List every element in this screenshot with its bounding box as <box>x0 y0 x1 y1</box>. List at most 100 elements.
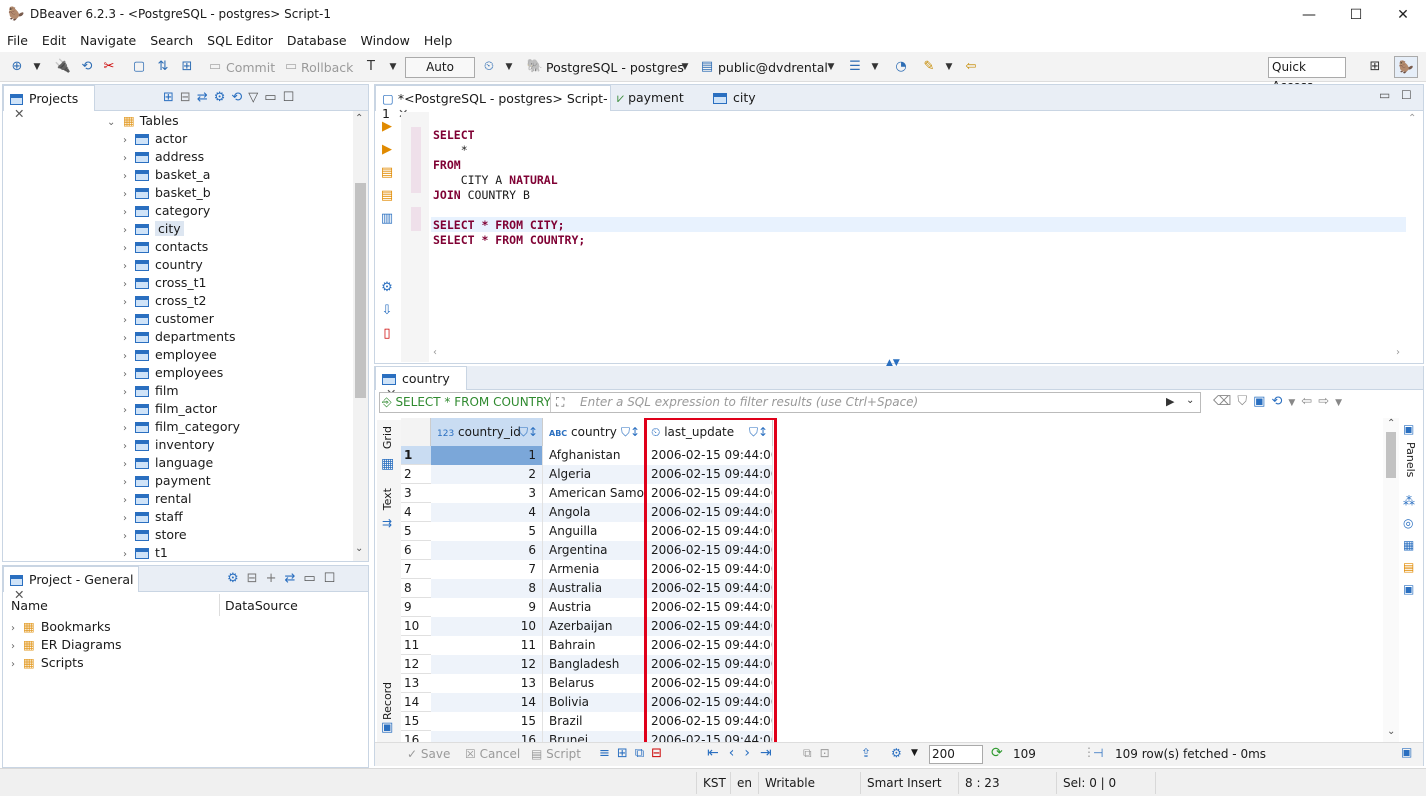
load-script-icon[interactable]: ▯ <box>377 322 397 345</box>
scroll-up-icon[interactable]: ⌃ <box>1387 418 1395 429</box>
transaction-mode-icon[interactable]: T <box>362 58 380 76</box>
export-icon[interactable]: ⇩ <box>377 299 397 322</box>
editor-hscroll[interactable]: ‹ › <box>431 347 1406 361</box>
tree-item-table[interactable]: › cross_t1 <box>123 274 207 292</box>
chevron-right-icon[interactable]: › <box>123 546 135 561</box>
row-number[interactable]: 14 <box>401 693 431 712</box>
grouping-icon[interactable]: ▦ <box>1403 538 1414 552</box>
tab-projects[interactable]: Projects ✕ <box>3 85 95 121</box>
cell-country-id[interactable]: 6 <box>431 541 543 560</box>
tree-item-table[interactable]: › cross_t2 <box>123 292 207 310</box>
sql-editor-icon[interactable]: ▢ <box>130 58 148 76</box>
tree-item-table[interactable]: › staff <box>123 508 183 526</box>
cell-country[interactable]: Bahrain <box>543 636 645 655</box>
row-number[interactable]: 15 <box>401 712 431 731</box>
cell-country-id[interactable]: 12 <box>431 655 543 674</box>
maximize-button[interactable]: ☐ <box>1333 0 1379 30</box>
expand-icon[interactable]: + <box>266 571 285 586</box>
maximize-panel-icon[interactable]: ☐ <box>1401 88 1412 102</box>
dropdown-icon[interactable]: ▼ <box>940 58 958 76</box>
tree-item-table[interactable]: › employees <box>123 364 223 382</box>
column-header-datasource[interactable]: DataSource <box>225 598 298 613</box>
filter-bar[interactable]: ⎆ SELECT * FROM COUNTRY ⛶ Enter a SQL ex… <box>379 392 1201 413</box>
tree-item-table[interactable]: › contacts <box>123 238 208 256</box>
dropdown-icon[interactable]: ▼ <box>822 58 840 76</box>
menu-database[interactable]: Database <box>280 30 354 51</box>
gear-icon[interactable]: ⚙ <box>377 276 397 299</box>
row-number[interactable]: 8 <box>401 579 431 598</box>
cell-country-id[interactable]: 13 <box>431 674 543 693</box>
tree-item-table[interactable]: › departments <box>123 328 235 346</box>
menu-window[interactable]: Window <box>354 30 417 51</box>
tab-grid-view[interactable]: Grid <box>381 426 394 449</box>
next-icon[interactable]: › <box>744 745 760 761</box>
history-icon[interactable]: ⏲ <box>480 58 498 76</box>
tab-city[interactable]: city <box>713 90 756 105</box>
row-number[interactable]: 1 <box>401 446 431 465</box>
panels-toggle-icon[interactable]: ▣ <box>1401 745 1412 759</box>
maximize-panel-icon[interactable]: ☐ <box>283 90 301 105</box>
dropdown-icon[interactable]: ▼ <box>866 58 884 76</box>
open-perspective-icon[interactable]: ⊞ <box>1366 58 1384 76</box>
menu-navigate[interactable]: Navigate <box>73 30 143 51</box>
editor-vscroll[interactable]: ⌃ <box>1405 113 1421 349</box>
text-icon[interactable]: ⇉ <box>382 516 392 530</box>
cell-country-id[interactable]: 2 <box>431 465 543 484</box>
transaction-icon[interactable]: ⇅ <box>154 58 172 76</box>
dropdown-icon[interactable]: ▼ <box>384 58 402 76</box>
previous-icon[interactable]: ‹ <box>729 745 745 761</box>
scroll-left-icon[interactable]: ‹ <box>433 347 437 358</box>
cell-country[interactable]: Armenia <box>543 560 645 579</box>
tree-item-table[interactable]: › film_category <box>123 418 240 436</box>
gear-icon[interactable]: ⚙ <box>891 746 902 760</box>
tree-item-table[interactable]: › inventory <box>123 436 215 454</box>
menu-sql-editor[interactable]: SQL Editor <box>200 30 280 51</box>
new-folder-icon[interactable]: ⊞ <box>163 90 180 105</box>
new-script-icon[interactable]: ⊞ <box>178 58 196 76</box>
tree-item-table[interactable]: › t1 <box>123 544 168 561</box>
fetch-all-icon[interactable]: ⊡ <box>820 746 838 760</box>
apply-filter-icon[interactable]: ▶ <box>1166 395 1174 408</box>
cell-country[interactable]: Brunei <box>543 731 645 742</box>
first-page-icon[interactable]: ⇤ <box>707 745 729 761</box>
sort-filter-icon[interactable]: ⛉↕ <box>621 418 640 446</box>
maximize-panel-icon[interactable]: ☐ <box>324 571 344 586</box>
tree-item-table[interactable]: › store <box>123 526 187 544</box>
row-number[interactable]: 7 <box>401 560 431 579</box>
tab-project-general[interactable]: Project - General ✕ <box>3 566 139 602</box>
chevron-down-icon[interactable]: ⌄ <box>107 114 119 132</box>
cell-country[interactable]: American Samoa <box>543 484 645 503</box>
scroll-right-icon[interactable]: › <box>1396 347 1400 358</box>
menu-edit[interactable]: Edit <box>35 30 73 51</box>
menu-help[interactable]: Help <box>417 30 460 51</box>
tab-country-results[interactable]: country ✕ <box>375 366 467 401</box>
cell-country-id[interactable]: 4 <box>431 503 543 522</box>
new-connection-icon[interactable]: ⊕ <box>8 58 26 76</box>
cell-country-id[interactable]: 5 <box>431 522 543 541</box>
quick-access-field[interactable]: Quick Access <box>1268 57 1346 93</box>
cell-country[interactable]: Austria <box>543 598 645 617</box>
tree-item-table[interactable]: › category <box>123 202 210 220</box>
menu-search[interactable]: Search <box>143 30 200 51</box>
commit-button[interactable]: Commit <box>226 60 275 75</box>
tree-item-table[interactable]: › employee <box>123 346 217 364</box>
chevron-right-icon[interactable]: › <box>11 656 23 674</box>
outline-icon[interactable]: ☰ <box>846 58 864 76</box>
dashboard-icon[interactable]: ◔ <box>892 58 910 76</box>
fetch-page-icon[interactable]: ⧉ <box>803 746 820 760</box>
cell-country[interactable]: Algeria <box>543 465 645 484</box>
cell-country-id[interactable]: 9 <box>431 598 543 617</box>
cell-country[interactable]: Belarus <box>543 674 645 693</box>
execute-script-new-tab-icon[interactable]: ▤ <box>377 184 397 207</box>
copy-row-icon[interactable]: ⧉ <box>635 746 651 761</box>
tab-panels[interactable]: Panels <box>1404 442 1417 477</box>
cell-country[interactable]: Bangladesh <box>543 655 645 674</box>
menu-file[interactable]: File <box>0 30 35 51</box>
back-nav-icon[interactable]: ⇦ <box>962 58 980 76</box>
sort-filter-icon[interactable]: ⛉↕ <box>519 418 538 446</box>
back-icon[interactable]: ⇦ <box>1301 394 1318 409</box>
row-number[interactable]: 16 <box>401 731 431 742</box>
scroll-up-icon[interactable]: ⌃ <box>1408 113 1416 124</box>
cell-country[interactable]: Anguilla <box>543 522 645 541</box>
tree-item-er-diagrams[interactable]: › ▦ ER Diagrams <box>11 636 122 654</box>
